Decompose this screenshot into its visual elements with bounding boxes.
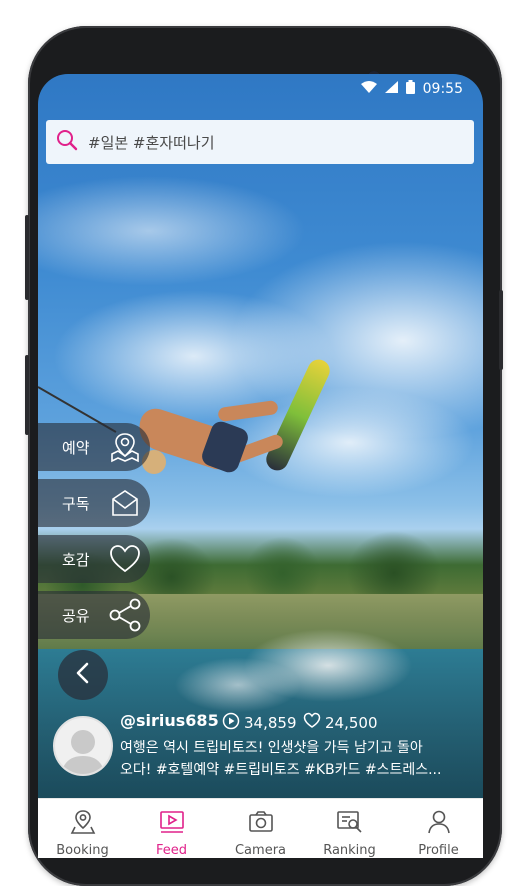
bixby-button [25,355,29,435]
subscribe-button[interactable]: 구독 [38,479,150,527]
reserve-button[interactable]: 예약 [38,423,150,471]
wifi-icon [360,81,377,97]
nav-profile-label: Profile [418,843,459,858]
map-pin-icon [108,430,142,464]
nav-camera[interactable]: Camera [216,799,305,858]
search-bar[interactable]: #일본 #혼자떠나기 [46,120,474,164]
volume-button [25,215,29,300]
caption-line: 오다! #호텔예약 #트립비토즈 #KB카드 #스트레스... [120,762,442,778]
view-count-value: 34,859 [244,714,297,732]
subscribe-label: 구독 [62,494,90,513]
status-bar: 09:55 [38,74,483,104]
heart-icon [108,542,142,576]
share-icon [108,598,142,632]
chevron-left-icon [75,662,91,688]
bottom-navigation: Booking Feed Camera Ranking Profile [38,798,483,858]
collapse-button[interactable] [58,650,108,700]
like-label: 호감 [62,550,90,569]
nav-booking-label: Booking [56,843,109,858]
like-count: 24,500 [303,712,378,733]
nav-booking[interactable]: Booking [38,799,127,858]
nav-ranking-label: Ranking [323,843,376,858]
person-icon [426,809,452,839]
view-count: 34,859 [222,712,297,734]
like-button[interactable]: 호감 [38,535,150,583]
post-username[interactable]: @sirius685 [120,711,219,730]
signal-icon [384,81,398,97]
nav-camera-label: Camera [234,843,287,858]
search-input[interactable]: #일본 #혼자떠나기 [88,132,215,153]
nav-feed[interactable]: Feed [127,799,216,858]
like-count-value: 24,500 [325,713,378,732]
search-icon [56,129,78,155]
reserve-label: 예약 [62,438,90,457]
power-button [499,290,503,370]
share-button[interactable]: 공유 [38,591,150,639]
post-caption[interactable]: 여행은 역시 트립비토즈! 인생샷을 가득 남기고 돌아 오다! #호텔예약 #… [120,737,465,781]
nav-ranking[interactable]: Ranking [305,799,394,858]
share-label: 공유 [62,606,90,625]
video-feed-icon [159,809,185,839]
heart-outline-icon [303,712,321,733]
ranking-search-icon [336,809,364,839]
play-circle-icon [222,712,240,734]
rider-leg [217,399,279,423]
mail-icon [108,486,142,520]
battery-icon [405,80,415,98]
camera-icon [248,809,274,839]
nav-feed-label: Feed [155,843,187,858]
avatar[interactable] [53,716,113,776]
clock: 09:55 [422,81,463,97]
nav-profile[interactable]: Profile [394,799,483,858]
location-pin-icon [70,809,96,839]
caption-line: 여행은 역시 트립비토즈! 인생샷을 가득 남기고 돌아 [120,740,423,756]
wakeboard [262,355,334,475]
